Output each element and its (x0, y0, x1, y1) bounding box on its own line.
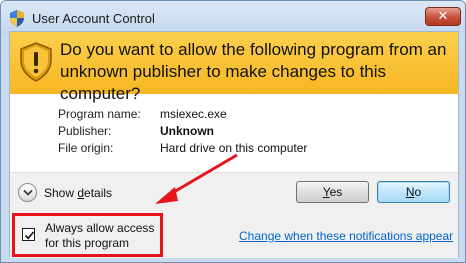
detail-row-publisher: Publisher: Unknown (58, 123, 307, 140)
detail-label: File origin: (58, 141, 114, 155)
dialog-content: Do you want to allow the following progr… (9, 31, 459, 258)
program-details: Program name: msiexec.exe Publisher: Unk… (58, 106, 307, 157)
red-arrow-icon (155, 153, 238, 204)
checkmark-icon (24, 231, 35, 240)
uac-shield-icon (9, 10, 25, 27)
warning-shield-icon (19, 42, 53, 82)
change-notifications-link[interactable]: Change when these notifications appear (239, 229, 453, 243)
detail-label: Program name: (58, 107, 141, 121)
window-title: User Account Control (32, 11, 155, 26)
always-allow-label[interactable]: Always allow access for this program (45, 221, 163, 251)
detail-label: Publisher: (58, 124, 112, 138)
show-details-toggle[interactable]: Show details (18, 183, 112, 202)
close-icon: ✕ (437, 9, 449, 24)
warning-banner: Do you want to allow the following progr… (10, 32, 458, 103)
always-allow-highlight: Always allow access for this program (12, 213, 163, 257)
detail-value: msiexec.exe (160, 107, 227, 121)
uac-dialog: User Account Control ✕ Do you want to al… (0, 0, 466, 263)
detail-value: Unknown (160, 124, 214, 138)
chevron-down-icon[interactable] (18, 183, 37, 202)
no-button[interactable]: No (377, 181, 450, 203)
question-text: Do you want to allow the following progr… (60, 40, 447, 103)
yes-button[interactable]: Yes (296, 181, 369, 203)
always-allow-checkbox[interactable] (22, 228, 35, 241)
detail-row-program: Program name: msiexec.exe (58, 106, 307, 123)
title-bar[interactable]: User Account Control ✕ (1, 1, 465, 35)
close-button[interactable]: ✕ (425, 7, 461, 26)
show-details-label[interactable]: Show details (44, 186, 112, 200)
